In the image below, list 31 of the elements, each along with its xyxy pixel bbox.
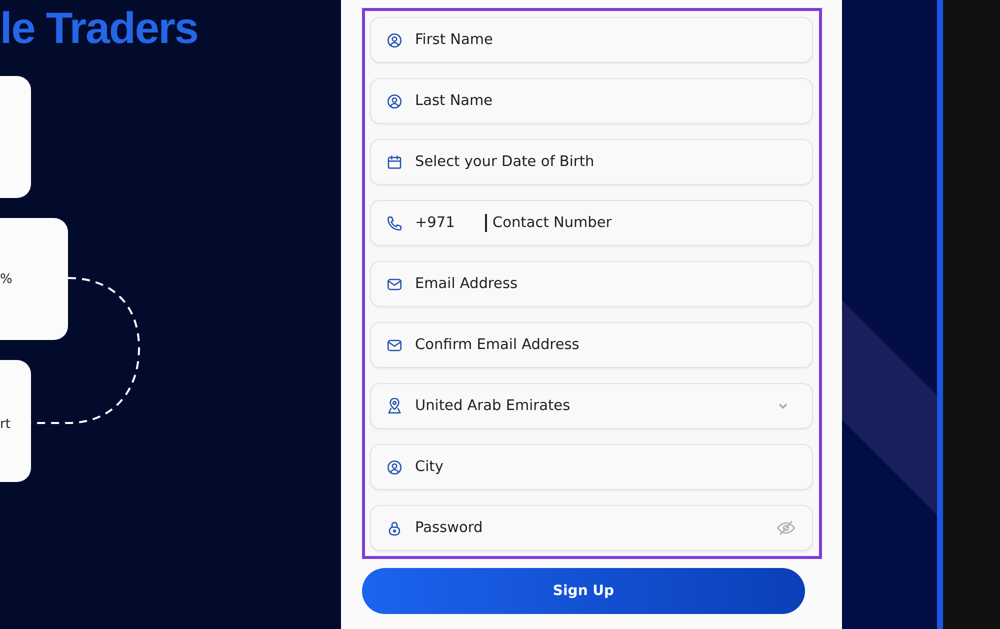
input-field[interactable]: Email Address bbox=[370, 261, 813, 307]
lock-icon bbox=[386, 520, 403, 536]
sign-up-button[interactable]: Sign Up bbox=[362, 568, 805, 614]
input-field[interactable]: First Name bbox=[370, 17, 813, 63]
calendar-icon bbox=[386, 154, 403, 170]
country-code[interactable]: +971 bbox=[415, 215, 485, 231]
input-field[interactable]: Select your Date of Birth bbox=[370, 139, 813, 185]
input-field[interactable]: City bbox=[370, 444, 813, 490]
placeholder-text: Contact Number bbox=[492, 215, 612, 231]
placeholder-text: First Name bbox=[415, 32, 494, 48]
placeholder-text: Password bbox=[415, 520, 484, 536]
input-field[interactable]: Password bbox=[370, 505, 813, 551]
eye-slash-icon[interactable] bbox=[776, 518, 796, 538]
user-icon bbox=[386, 92, 403, 110]
card-text: % bbox=[0, 272, 12, 286]
select-value: United Arab Emirates bbox=[415, 398, 572, 414]
placeholder-text: Select your Date of Birth bbox=[415, 154, 596, 170]
user-icon bbox=[386, 458, 403, 476]
card-text: rt bbox=[0, 416, 10, 432]
placeholder-text: Confirm Email Address bbox=[415, 337, 580, 353]
placeholder-text: Last Name bbox=[415, 93, 494, 109]
input-field[interactable]: Confirm Email Address bbox=[370, 322, 813, 368]
input-field[interactable]: +971 Contact Number bbox=[370, 200, 813, 246]
phone-icon bbox=[386, 214, 403, 232]
input-field[interactable]: Last Name bbox=[370, 78, 813, 124]
hero-heading: le Traders bbox=[0, 3, 199, 55]
country-select[interactable]: United Arab Emirates bbox=[370, 383, 813, 429]
location-pin-icon bbox=[386, 398, 403, 414]
user-icon bbox=[386, 32, 403, 48]
placeholder-text: City bbox=[415, 459, 444, 475]
placeholder-text: Email Address bbox=[415, 276, 519, 292]
